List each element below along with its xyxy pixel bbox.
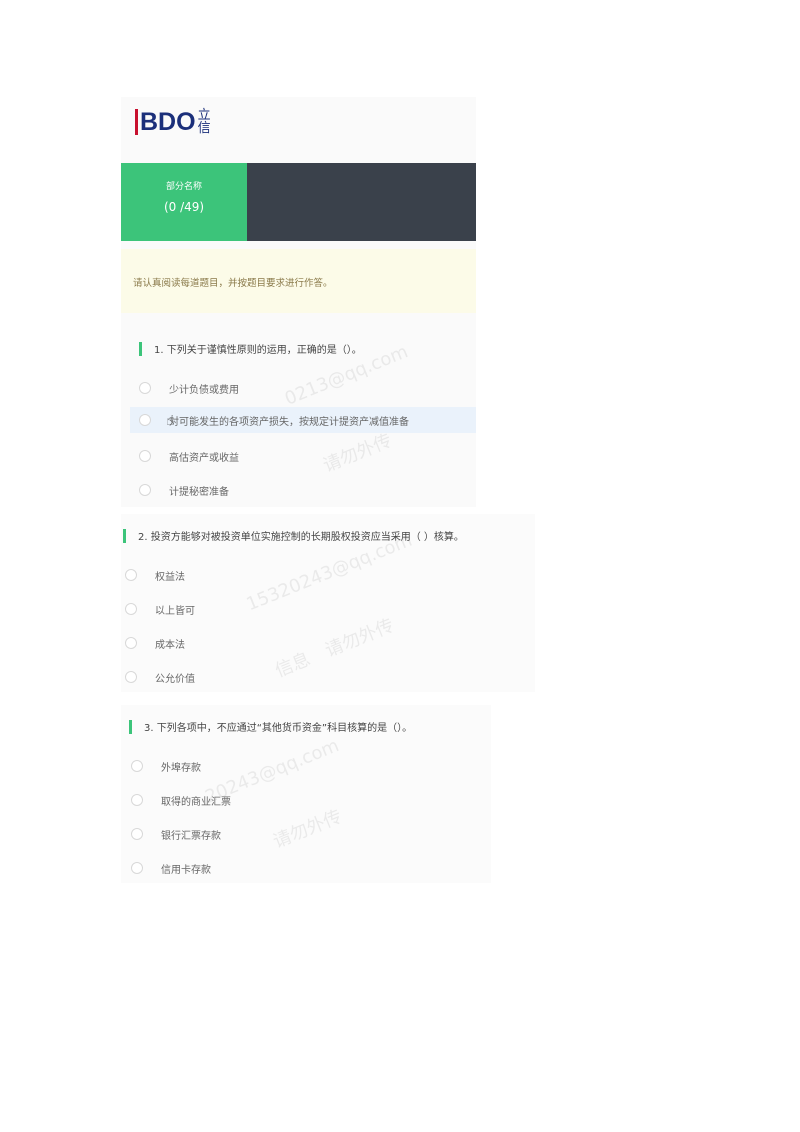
option-label: 公允价值 [155,673,195,685]
radio-button[interactable] [131,760,143,772]
q1-option-d[interactable]: 计提秘密准备 [139,477,459,503]
section-tab[interactable]: 部分名称 (0 /49) [121,163,247,241]
q3-option-b[interactable]: 取得的商业汇票 [131,787,431,813]
radio-button[interactable] [125,637,137,649]
radio-button[interactable] [131,794,143,806]
question-2-text: 2. 投资方能够对被投资单位实施控制的长期股权投资应当采用（ ）核算。 [138,532,464,543]
radio-button[interactable] [139,382,151,394]
radio-button[interactable] [139,484,151,496]
question-marker [129,719,132,734]
option-label: 少计负债或费用 [169,384,239,396]
question-2-panel: 15320243@qq.com 信息 请勿外传 2. 投资方能够对被投资单位实施… [121,514,535,692]
radio-button[interactable] [131,828,143,840]
section-name: 部分名称 [165,182,202,192]
option-label: 银行汇票存款 [161,830,221,842]
radio-button[interactable] [125,569,137,581]
radio-button[interactable] [125,603,137,615]
option-label: 外埠存款 [161,762,201,774]
q1-option-a[interactable]: 少计负债或费用 [139,375,459,401]
option-label: 高估资产或收益 [169,452,239,464]
section-nav: 部分名称 (0 /49) [121,163,476,241]
option-label: 对可能发生的各项资产损失，按规定计提资产减值准备 [169,416,409,428]
bdo-logo: BDO 立信 [135,109,214,135]
q3-option-a[interactable]: 外埠存款 [131,753,431,779]
logo-cn-text: 立信 [197,108,211,136]
question-1-text: 1. 下列关于谨慎性原则的运用，正确的是（）。 [154,345,362,356]
question-3-text: 3. 下列各项中，不应通过“其他货币资金”科目核算的是（）。 [144,723,413,734]
section-progress: (0 /49) [163,200,205,214]
radio-button[interactable] [139,414,151,426]
question-marker [123,528,126,543]
q2-option-d[interactable]: 公允价值 [125,664,425,690]
radio-button[interactable] [125,671,137,683]
notice-text: 请认真阅读每道题目，并按题目要求进行作答。 [133,278,333,289]
q1-option-c[interactable]: 高估资产或收益 [139,443,459,469]
hand-cursor-icon: ☝ [166,413,175,429]
q2-option-c[interactable]: 成本法 [125,630,425,656]
logo-bar: BDO 立信 [121,97,476,163]
q2-option-a[interactable]: 权益法 [125,562,425,588]
question-1-title: 1. 下列关于谨慎性原则的运用，正确的是（）。 [139,341,362,356]
q3-option-d[interactable]: 信用卡存款 [131,855,431,881]
question-2-title: 2. 投资方能够对被投资单位实施控制的长期股权投资应当采用（ ）核算。 [123,528,464,543]
option-label: 计提秘密准备 [169,486,229,498]
logo-bar-mark [135,109,138,135]
instruction-notice: 请认真阅读每道题目，并按题目要求进行作答。 [121,249,476,313]
q2-option-b[interactable]: 以上皆可 [125,596,425,622]
option-label: 成本法 [155,639,185,651]
exam-header-panel: BDO 立信 部分名称 (0 /49) 请认真阅读每道题目，并按题目要求进行作答… [121,97,476,507]
option-label: 以上皆可 [155,605,195,617]
question-3-title: 3. 下列各项中，不应通过“其他货币资金”科目核算的是（）。 [129,719,412,734]
logo-brand: BDO [140,108,196,136]
option-label: 信用卡存款 [161,864,211,876]
question-marker [139,341,142,356]
radio-button[interactable] [131,862,143,874]
q3-option-c[interactable]: 银行汇票存款 [131,821,431,847]
option-label: 取得的商业汇票 [161,796,231,808]
q1-option-b[interactable]: 对可能发生的各项资产损失，按规定计提资产减值准备 [130,407,476,433]
option-label: 权益法 [155,571,185,583]
question-3-panel: 20243@qq.com 请勿外传 3. 下列各项中，不应通过“其他货币资金”科… [121,705,491,883]
radio-button[interactable] [139,450,151,462]
